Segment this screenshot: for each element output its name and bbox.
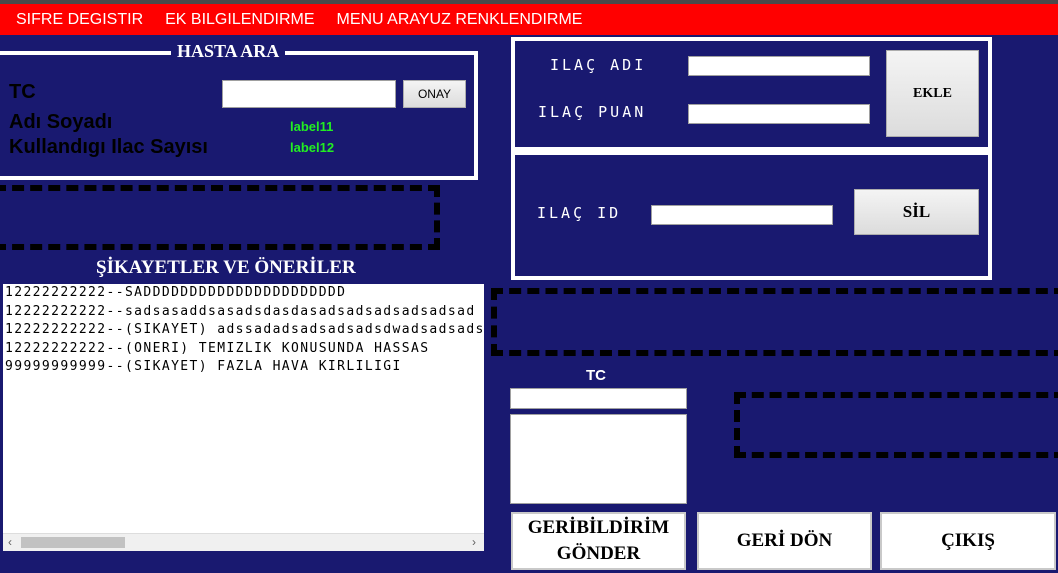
menu-item-change-password[interactable]: SIFRE DEGISTIR xyxy=(16,11,143,29)
tc-label: TC xyxy=(9,81,36,103)
drug-name-label: ILAÇ ADI xyxy=(550,56,647,74)
feedback-tc-input[interactable] xyxy=(510,388,687,409)
drug-count-value: label12 xyxy=(290,140,335,155)
delete-drug-button[interactable]: SİL xyxy=(854,189,979,235)
menu-bar: SIFRE DEGISTIR EK BILGILENDIRME MENU ARA… xyxy=(0,4,1058,35)
menu-item-interface-color[interactable]: MENU ARAYUZ RENKLENDIRME xyxy=(337,11,583,29)
back-button[interactable]: GERİ DÖN xyxy=(697,512,872,570)
send-feedback-button[interactable]: GERİBİLDİRİM GÖNDER xyxy=(511,512,686,570)
list-item[interactable]: 12222222222--SADDDDDDDDDDDDDDDDDDDDDD xyxy=(3,284,484,303)
patient-name-label: Adı Soyadı xyxy=(9,111,113,133)
drug-count-label: Kullandıgı Ilac Sayısı xyxy=(9,136,208,158)
confirm-button[interactable]: ONAY xyxy=(403,80,466,108)
add-drug-button[interactable]: EKLE xyxy=(886,50,979,137)
horizontal-scrollbar[interactable]: ‹ › xyxy=(3,533,484,551)
patient-name-value: label11 xyxy=(290,119,334,134)
list-item[interactable]: 99999999999--(SIKAYET) FAZLA HAVA KIRLIL… xyxy=(3,358,484,377)
tc-search-input[interactable] xyxy=(222,80,396,108)
list-item[interactable]: 12222222222--sadsasaddsasadsdasdasadsads… xyxy=(3,303,484,322)
scroll-left-icon[interactable]: ‹ xyxy=(8,535,12,549)
scroll-right-icon[interactable]: › xyxy=(472,535,476,549)
scrollbar-thumb[interactable] xyxy=(21,537,125,548)
feedback-message-input[interactable] xyxy=(510,414,687,504)
drug-id-label: ILAÇ ID xyxy=(537,204,622,222)
drug-score-label: ILAÇ PUAN xyxy=(538,103,647,121)
drug-id-input[interactable] xyxy=(651,205,833,225)
drug-name-input[interactable] xyxy=(688,56,870,76)
drug-score-input[interactable] xyxy=(688,104,870,124)
complaints-list[interactable]: 12222222222--SADDDDDDDDDDDDDDDDDDDDDD 12… xyxy=(3,284,484,551)
menu-item-extra-info[interactable]: EK BILGILENDIRME xyxy=(165,11,314,29)
feedback-tc-label: TC xyxy=(586,367,606,384)
complaints-title: ŞİKAYETLER VE ÖNERİLER xyxy=(96,257,356,278)
send-feedback-line1: GERİBİLDİRİM xyxy=(527,517,670,538)
send-feedback-line2: GÖNDER xyxy=(556,543,641,564)
list-item[interactable]: 12222222222--(SIKAYET) adssadadsadsadsad… xyxy=(3,321,484,340)
dashed-panel-left xyxy=(0,185,440,250)
exit-button[interactable]: ÇIKIŞ xyxy=(880,512,1056,570)
dashed-panel-middle xyxy=(491,288,1058,356)
list-item[interactable]: 12222222222--(ONERI) TEMIZLIK KONUSUNDA … xyxy=(3,340,484,359)
dashed-panel-right xyxy=(734,392,1058,458)
patient-search-title: HASTA ARA xyxy=(171,41,286,62)
